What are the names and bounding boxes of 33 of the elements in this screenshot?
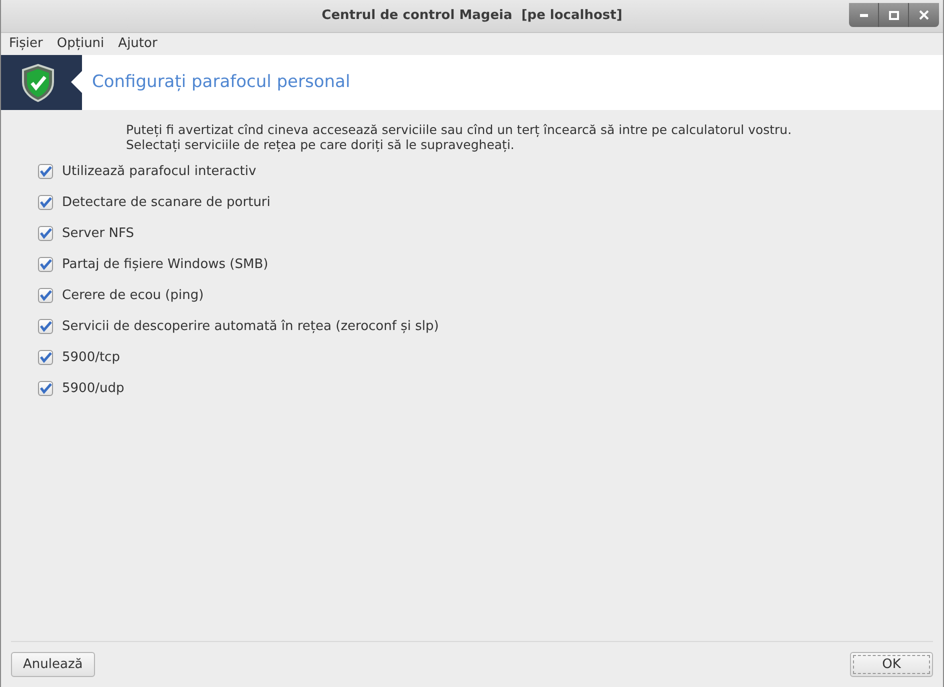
checkbox[interactable] [38,226,53,241]
close-icon [919,10,929,20]
banner-notch [71,71,82,93]
maximize-icon [888,10,898,20]
option-label: Detectare de scanare de porturi [62,194,270,212]
minimize-icon [860,14,868,16]
option-label: Partaj de fișiere Windows (SMB) [62,256,268,274]
window-title: Centrul de control Mageia [pe localhost] [322,7,622,26]
option-label: 5900/tcp [62,348,120,367]
checkbox[interactable] [38,381,53,396]
checkbox[interactable] [38,164,53,179]
checkbox[interactable] [38,257,53,272]
close-button[interactable] [909,3,939,27]
option-label: Utilizează parafocul interactiv [62,162,256,181]
minimize-button[interactable] [849,3,879,27]
ok-button[interactable]: OK [850,652,933,677]
description-text: Puteți fi avertizat cînd cineva accesează serviciile sau cînd un terț încearcă să intre pe calculatorul vostru. [126,122,793,137]
menu-item[interactable]: Fișier [9,34,43,54]
cancel-button[interactable]: Anulează [11,652,95,677]
option-label: Cerere de ecou (ping) [62,286,204,305]
checkbox[interactable] [38,319,53,334]
checkbox[interactable] [38,288,53,303]
checkbox[interactable] [38,195,53,210]
page-title: Configurați parafocul personal [92,70,350,94]
menu-item[interactable]: Opțiuni [56,34,104,54]
option-label: 5900/udp [62,380,124,398]
option-label: Server NFS [62,224,134,243]
menu-item[interactable]: Ajutor [118,34,158,54]
option-label: Servicii de descoperire automată în rețea (zeroconf și slp) [62,318,439,336]
maximize-button[interactable] [879,3,909,27]
shield-check-icon [20,64,54,102]
checkbox[interactable] [38,350,53,365]
description-text: Selectați serviciile de rețea pe care doriți să le supravegheați. [126,137,516,152]
